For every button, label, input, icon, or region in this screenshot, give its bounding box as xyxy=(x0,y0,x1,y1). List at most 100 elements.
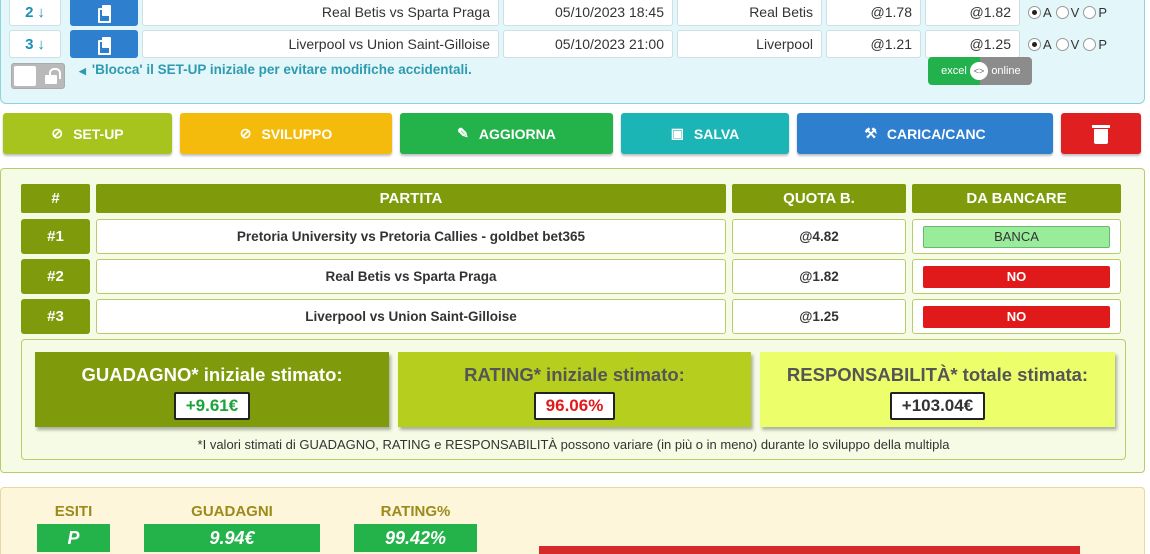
responsabilita-label: RESPONSABILITÀ* totale stimata: xyxy=(786,364,1089,385)
table-row-partita: Real Betis vs Sparta Praga xyxy=(96,259,726,294)
status-bar xyxy=(539,546,1080,554)
toggle-knob xyxy=(14,66,36,86)
table-row-quota: @1.25 xyxy=(732,299,906,334)
radio-a[interactable] xyxy=(1028,5,1041,19)
lock-note-text: 'Blocca' il SET-UP iniziale per evitare … xyxy=(91,62,472,77)
estimate-note: *I valori stimati di GUADAGNO, RATING e … xyxy=(197,437,950,452)
radio-p[interactable] xyxy=(1083,5,1097,19)
setup-row: 2 ↓ Real Betis vs Sparta Praga 05/10/202… xyxy=(9,0,1111,27)
salva-button-label: SALVA xyxy=(693,125,740,142)
rating-label: RATING* iniziale stimato: xyxy=(464,364,685,385)
esiti-value: P xyxy=(37,524,110,552)
lock-toggle[interactable] xyxy=(11,63,65,89)
guadagni-label: GUADAGNI xyxy=(191,503,273,520)
lock-note: ◀ 'Blocca' il SET-UP iniziale per evitare… xyxy=(79,62,472,77)
team-field[interactable]: Liverpool xyxy=(677,30,822,58)
header-da-bancare: DA BANCARE xyxy=(912,184,1121,213)
setup-panel: 2 ↓ Real Betis vs Sparta Praga 05/10/202… xyxy=(0,0,1145,104)
radio-label-v: V xyxy=(1070,36,1080,52)
arrow-down-icon[interactable]: ↓ xyxy=(37,4,45,21)
outcome-radio-group: A V P xyxy=(1028,37,1111,52)
excel-online-switch[interactable]: excel online <> xyxy=(928,57,1032,85)
radio-a[interactable] xyxy=(1028,37,1041,51)
trash-icon xyxy=(1092,124,1110,144)
row-number: 2 ↓ xyxy=(9,0,61,26)
carica-button-label: CARICA/CANC xyxy=(886,125,986,142)
unlock-icon xyxy=(42,68,61,84)
datetime-field[interactable]: 05/10/2023 21:00 xyxy=(503,30,673,58)
row-number-text: 3 xyxy=(25,35,34,53)
copy-button[interactable] xyxy=(70,0,138,26)
salva-button[interactable]: ▣ SALVA xyxy=(621,113,789,154)
radio-label-a: A xyxy=(1043,4,1052,20)
table-row-status-cell: NO xyxy=(912,299,1121,334)
estimate-summary: GUADAGNO* iniziale stimato: +9.61€ RATIN… xyxy=(21,339,1126,460)
code-icon: <> xyxy=(970,62,988,80)
row-number: 3 ↓ xyxy=(9,30,61,58)
aggiorna-button[interactable]: ✎ AGGIORNA xyxy=(400,113,613,154)
table-row-number: #2 xyxy=(21,259,90,294)
rating-percent-label: RATING% xyxy=(380,503,451,520)
radio-label-a: A xyxy=(1043,36,1052,52)
outcome-radio-group: A V P xyxy=(1028,5,1111,20)
table-row-status-cell: BANCA xyxy=(912,219,1121,254)
aggiorna-button-label: AGGIORNA xyxy=(478,125,556,142)
edit-icon: ✎ xyxy=(457,125,469,141)
eye-slash-icon: ⊘ xyxy=(239,125,252,141)
caret-left-icon: ◀ xyxy=(79,66,86,76)
header-quota: QUOTA B. xyxy=(732,184,906,213)
rating-card: RATING* iniziale stimato: 96.06% xyxy=(398,352,751,427)
rating-percent-value: 99.42% xyxy=(354,524,477,552)
setup-button-label: SET-UP xyxy=(73,125,124,142)
status-badge: BANCA xyxy=(923,225,1110,248)
table-row-status-cell: NO xyxy=(912,259,1121,294)
match-field[interactable]: Real Betis vs Sparta Praga xyxy=(142,0,499,26)
radio-label-v: V xyxy=(1070,4,1080,20)
setup-row: 3 ↓ Liverpool vs Union Saint-Gilloise 05… xyxy=(9,29,1111,59)
row-number-text: 2 xyxy=(25,3,34,21)
quota-field[interactable]: @1.78 xyxy=(826,0,921,26)
match-field[interactable]: Liverpool vs Union Saint-Gilloise xyxy=(142,30,499,58)
guadagni-value: 9.94€ xyxy=(144,524,320,552)
quota-bancata-field[interactable]: @1.82 xyxy=(925,0,1020,26)
guadagno-label: GUADAGNO* iniziale stimato: xyxy=(81,364,343,385)
team-field[interactable]: Real Betis xyxy=(677,0,822,26)
radio-label-p: P xyxy=(1098,36,1108,52)
copy-icon xyxy=(97,36,111,55)
header-partita: PARTITA xyxy=(96,184,726,213)
header-hash: # xyxy=(21,184,90,213)
radio-label-p: P xyxy=(1098,4,1108,20)
carica-canc-button[interactable]: ⚒ CARICA/CANC xyxy=(797,113,1053,154)
quota-field[interactable]: @1.21 xyxy=(826,30,921,58)
eye-slash-icon: ⊘ xyxy=(51,125,64,141)
sviluppo-button-label: SVILUPPO xyxy=(261,125,333,142)
esiti-label: ESITI xyxy=(54,503,93,520)
table-row-number: #3 xyxy=(21,299,90,334)
delete-button[interactable] xyxy=(1061,113,1141,154)
arrow-down-icon[interactable]: ↓ xyxy=(37,36,45,53)
responsabilita-value: +103.04€ xyxy=(889,392,986,420)
copy-icon xyxy=(97,4,111,23)
responsabilita-card: RESPONSABILITÀ* totale stimata: +103.04€ xyxy=(760,352,1115,427)
table-row-partita: Liverpool vs Union Saint-Gilloise xyxy=(96,299,726,334)
save-icon: ▣ xyxy=(670,125,684,141)
radio-p[interactable] xyxy=(1083,37,1097,51)
table-row-partita: Pretoria University vs Pretoria Callies … xyxy=(96,219,726,254)
results-panel: # PARTITA QUOTA B. DA BANCARE #1 Pretori… xyxy=(0,168,1145,473)
table-row-number: #1 xyxy=(21,219,90,254)
table-row-quota: @1.82 xyxy=(732,259,906,294)
table-row-quota: @4.82 xyxy=(732,219,906,254)
status-badge: NO xyxy=(923,305,1110,328)
wrench-icon: ⚒ xyxy=(864,125,877,141)
guadagno-card: GUADAGNO* iniziale stimato: +9.61€ xyxy=(35,352,389,427)
copy-button[interactable] xyxy=(70,30,138,58)
guadagno-value: +9.61€ xyxy=(173,392,251,420)
status-badge: NO xyxy=(923,265,1110,288)
quota-bancata-field[interactable]: @1.25 xyxy=(925,30,1020,58)
radio-v[interactable] xyxy=(1055,37,1069,51)
progress-panel: ESITI P GUADAGNI 9.94€ RATING% 99.42% xyxy=(0,487,1145,554)
sviluppo-button[interactable]: ⊘ SVILUPPO xyxy=(180,113,392,154)
setup-button[interactable]: ⊘ SET-UP xyxy=(3,113,172,154)
datetime-field[interactable]: 05/10/2023 18:45 xyxy=(503,0,673,26)
radio-v[interactable] xyxy=(1055,5,1069,19)
